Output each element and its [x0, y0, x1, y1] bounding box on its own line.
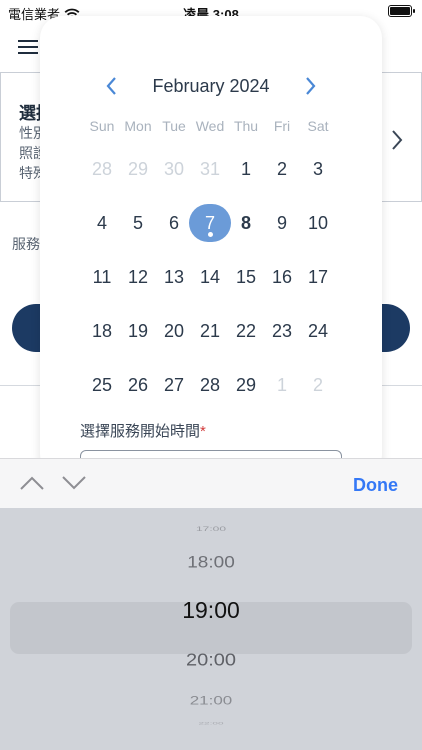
weekday-label: Wed	[195, 118, 225, 134]
calendar-day-outside: 28	[91, 159, 113, 179]
calendar-day[interactable]: 16	[264, 257, 300, 297]
weekday-label: Tue	[162, 118, 186, 134]
calendar-day[interactable]: 29	[228, 365, 264, 405]
calendar-day[interactable]: 9	[264, 203, 300, 243]
calendar-day[interactable]: 15	[228, 257, 264, 297]
calendar-day[interactable]: 8	[228, 203, 264, 243]
next-month-button[interactable]	[298, 74, 322, 98]
calendar-day-selected[interactable]: 7	[189, 203, 231, 243]
calendar-day-outside: 2	[312, 375, 323, 395]
calendar-day[interactable]: 10	[300, 203, 336, 243]
picker-option[interactable]: 18:00	[0, 554, 422, 573]
calendar-days-grid: 28 29 30 31 1 2 3 4 5 6 7 8 9 10 11 12 13 14 15 16 17 18 19 20 2…	[84, 149, 336, 409]
required-marker: *	[200, 423, 206, 440]
picker-option[interactable]: 20:00	[0, 650, 422, 670]
calendar-day[interactable]: 26	[120, 365, 156, 405]
done-button[interactable]: Done	[353, 475, 398, 496]
keyboard-toolbar: Done	[0, 458, 422, 508]
calendar-day[interactable]: 5	[120, 203, 156, 243]
start-time-label-text: 選擇服務開始時間	[80, 423, 201, 440]
calendar-day[interactable]: 28	[192, 365, 228, 405]
calendar-day[interactable]: 24	[300, 311, 336, 351]
calendar-day-outside: 29	[127, 159, 149, 179]
calendar-day[interactable]: 13	[156, 257, 192, 297]
calendar-day[interactable]: 11	[84, 257, 120, 297]
weekday-label: Mon	[124, 118, 152, 134]
calendar-day-outside: 30	[163, 159, 185, 179]
start-time-label: 選擇服務開始時間*	[80, 420, 206, 441]
calendar-day[interactable]: 14	[192, 257, 228, 297]
calendar-day[interactable]: 19	[120, 311, 156, 351]
background-service-label: 服務	[12, 236, 40, 252]
calendar-day[interactable]: 4	[84, 203, 120, 243]
calendar-day[interactable]: 22	[228, 311, 264, 351]
calendar-day[interactable]: 12	[120, 257, 156, 297]
calendar-day[interactable]: 2	[264, 149, 300, 189]
calendar-day-outside: 31	[199, 159, 221, 179]
calendar-day[interactable]: 1	[228, 149, 264, 189]
calendar-day[interactable]: 17	[300, 257, 336, 297]
picker-option[interactable]: 22:00	[0, 721, 422, 725]
time-picker-wheel[interactable]: 17:00 18:00 19:00 20:00 21:00 22:00	[0, 508, 422, 750]
picker-option[interactable]: 21:00	[0, 694, 422, 708]
chevron-right-icon	[392, 130, 403, 150]
picker-option[interactable]: 17:00	[0, 525, 422, 533]
picker-option-selected[interactable]: 19:00	[0, 597, 422, 624]
calendar-day-outside: 1	[276, 375, 287, 395]
hamburger-menu-icon[interactable]	[18, 40, 38, 54]
chevron-down-icon[interactable]	[62, 475, 86, 491]
calendar-day[interactable]: 6	[156, 203, 192, 243]
calendar-header: February 2024	[40, 74, 382, 98]
calendar-day[interactable]: 3	[300, 149, 336, 189]
month-title: February 2024	[152, 76, 270, 96]
calendar-day[interactable]: 25	[84, 365, 120, 405]
calendar-day[interactable]: 18	[84, 311, 120, 351]
weekday-label: Thu	[233, 118, 259, 134]
calendar-day[interactable]: 27	[156, 365, 192, 405]
weekday-header: Sun Mon Tue Wed Thu Fri Sat	[84, 118, 336, 136]
calendar-day[interactable]: 23	[264, 311, 300, 351]
selected-day-dot-icon	[208, 232, 213, 237]
weekday-label: Sat	[307, 118, 329, 134]
chevron-up-icon[interactable]	[20, 475, 44, 491]
weekday-label: Sun	[89, 118, 115, 134]
date-picker-modal: February 2024 Sun Mon Tue Wed Thu Fri Sa…	[40, 16, 382, 476]
battery-icon	[388, 5, 415, 17]
calendar-day[interactable]: 20	[156, 311, 192, 351]
calendar-day[interactable]: 21	[192, 311, 228, 351]
weekday-label: Fri	[273, 118, 291, 134]
